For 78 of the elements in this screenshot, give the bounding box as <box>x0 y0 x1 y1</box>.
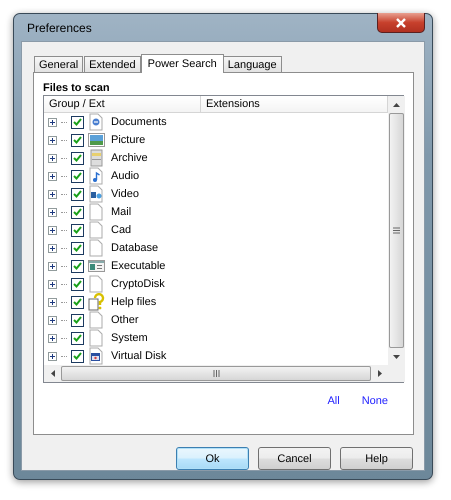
dialog-button[interactable]: Cancel <box>258 447 331 470</box>
window-title: Preferences <box>26 20 92 34</box>
expand-toggle[interactable] <box>48 298 57 306</box>
file-icon <box>88 275 105 293</box>
right-arrow-icon[interactable] <box>378 370 382 377</box>
grip-icon <box>212 370 220 377</box>
group-label[interactable]: System <box>111 332 148 344</box>
expand-toggle[interactable] <box>48 226 57 234</box>
window-icon <box>88 257 105 275</box>
picture-icon <box>88 131 105 149</box>
expand-toggle[interactable] <box>48 118 57 126</box>
up-arrow-icon[interactable] <box>393 102 400 106</box>
file-icon <box>88 203 105 221</box>
checkbox[interactable] <box>71 206 84 218</box>
close-icon[interactable] <box>395 18 407 28</box>
file-icon <box>88 221 105 239</box>
expand-toggle[interactable] <box>48 244 57 252</box>
checkbox[interactable] <box>71 224 84 236</box>
dialog-button[interactable]: Ok <box>176 447 249 470</box>
checkbox[interactable] <box>71 260 84 272</box>
document-icon <box>88 113 105 131</box>
expand-toggle[interactable] <box>48 136 57 144</box>
group-label[interactable]: Help files <box>111 296 156 308</box>
checkbox[interactable] <box>71 296 84 308</box>
checkbox[interactable] <box>71 116 84 128</box>
tab[interactable]: Power Search <box>140 54 224 73</box>
cabinet-icon <box>88 149 105 167</box>
file-icon <box>88 239 105 257</box>
group-label[interactable]: Documents <box>111 116 167 128</box>
group-label[interactable]: CryptoDisk <box>111 278 165 290</box>
expand-toggle[interactable] <box>48 208 57 216</box>
horizontal-scrollbar[interactable] <box>44 365 388 382</box>
select-link[interactable]: All <box>327 395 340 407</box>
group-label[interactable]: Audio <box>111 170 140 182</box>
section-title: Files to scan <box>43 82 111 94</box>
grip-icon <box>393 227 400 234</box>
checkbox[interactable] <box>71 134 84 146</box>
group-label[interactable]: Cad <box>111 224 132 236</box>
checkbox[interactable] <box>71 332 84 344</box>
group-label[interactable]: Archive <box>111 152 148 164</box>
tab[interactable]: General <box>34 56 84 72</box>
tab[interactable]: Language <box>222 56 282 72</box>
left-arrow-icon[interactable] <box>50 370 54 377</box>
checkbox[interactable] <box>71 242 84 254</box>
expand-toggle[interactable] <box>48 334 57 342</box>
help-file-icon <box>88 293 105 311</box>
select-link[interactable]: None <box>362 395 388 407</box>
disk-window-icon <box>88 347 105 365</box>
group-label[interactable]: Database <box>111 242 158 254</box>
vertical-scrollbar[interactable] <box>388 96 405 365</box>
video-file-icon <box>88 185 105 203</box>
expand-toggle[interactable] <box>48 172 57 180</box>
checkbox[interactable] <box>71 278 84 290</box>
column-header[interactable]: Group / Ext <box>44 96 201 112</box>
file-icon <box>88 329 105 347</box>
checkbox[interactable] <box>71 314 84 326</box>
expand-toggle[interactable] <box>48 154 57 162</box>
checkbox[interactable] <box>71 188 84 200</box>
checkbox[interactable] <box>71 350 84 362</box>
down-arrow-icon[interactable] <box>393 354 400 358</box>
group-label[interactable]: Virtual Disk <box>111 350 166 362</box>
close-button[interactable] <box>377 13 425 33</box>
file-icon <box>88 311 105 329</box>
checkbox[interactable] <box>71 170 84 182</box>
group-label[interactable]: Picture <box>111 134 146 146</box>
expand-toggle[interactable] <box>48 316 57 324</box>
group-label[interactable]: Executable <box>111 260 166 272</box>
expand-toggle[interactable] <box>48 280 57 288</box>
music-note-icon <box>88 167 105 185</box>
tab[interactable]: Extended <box>84 56 141 72</box>
checkbox[interactable] <box>71 152 84 164</box>
group-label[interactable]: Video <box>111 188 139 200</box>
group-label[interactable]: Other <box>111 314 139 326</box>
dialog-button[interactable]: Help <box>340 447 413 470</box>
expand-toggle[interactable] <box>48 352 57 360</box>
expand-toggle[interactable] <box>48 190 57 198</box>
expand-toggle[interactable] <box>48 262 57 270</box>
group-label[interactable]: Mail <box>111 206 132 218</box>
